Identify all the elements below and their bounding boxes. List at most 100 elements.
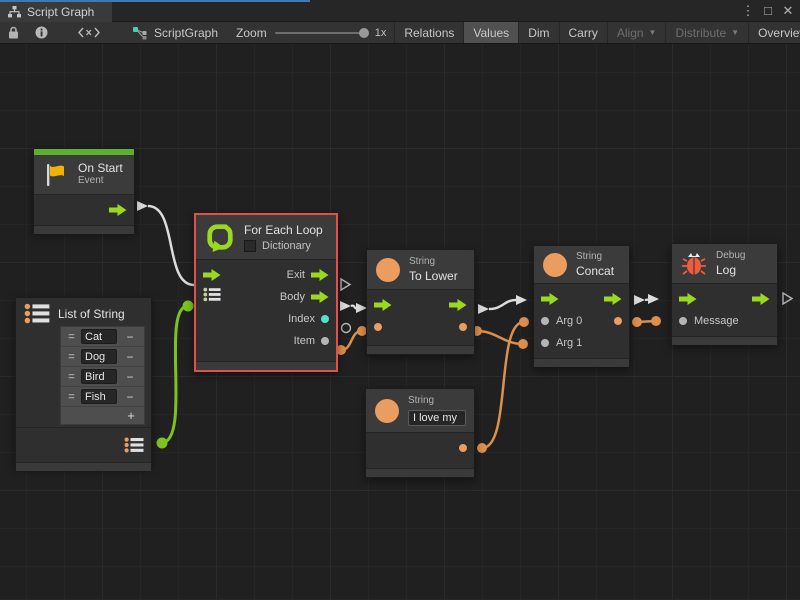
port-body[interactable]: Body [280,291,329,303]
port-enter[interactable] [541,293,559,305]
port-enter[interactable] [203,269,221,281]
value-port-dot [321,315,329,323]
node-title: To Lower [409,269,458,283]
wire-start-arrow[interactable] [340,301,351,311]
zoom-label: Zoom [236,26,267,40]
inspect-button[interactable] [27,22,56,43]
value-port-dot [541,339,549,347]
port-trigger-out[interactable] [109,204,127,216]
graph-toolbar: ScriptGraph Zoom 1x Relations Values Dim… [0,22,800,44]
port-enter[interactable] [374,299,392,311]
unconnected-value-port[interactable] [342,324,351,333]
wire-endpoint [518,339,528,349]
list-item-input[interactable] [81,329,117,344]
node-to-lower[interactable]: String To Lower [366,249,475,355]
wire-list-foreach[interactable] [162,306,188,443]
overview-label: Overview [758,26,800,40]
breadcrumb-graph-name: ScriptGraph [154,26,218,40]
port-string-out[interactable] [459,323,467,331]
wire-literal-arg0[interactable] [482,322,524,448]
node-debug-log[interactable]: Debug Log Message [671,243,778,345]
toolbar-button-distribute[interactable]: Distribute ▼ [666,22,748,43]
unconnected-flow-port[interactable] [783,293,792,304]
port-arg1[interactable]: Arg 1 [541,337,582,349]
port-exit[interactable] [449,299,467,311]
port-string-in[interactable] [374,323,382,331]
string-literal-input[interactable] [408,410,466,426]
port-enter[interactable] [679,293,697,305]
remove-item-button[interactable]: − [121,390,139,404]
align-label: Align [617,26,644,40]
drag-handle-icon[interactable]: = [65,331,77,343]
port-result-out[interactable] [614,317,622,325]
drag-handle-icon[interactable]: = [65,391,77,403]
port-exit[interactable]: Exit [287,269,329,281]
list-item-input[interactable] [81,389,117,404]
port-collection-in[interactable] [203,287,221,307]
list-port-icon [124,437,144,453]
wire-endpoint [632,317,642,327]
node-on-start[interactable]: On Start Event [33,148,135,232]
wire-endpoint [183,301,194,312]
zoom-slider-handle[interactable] [359,28,369,38]
zoom-slider[interactable] [275,32,367,34]
port-list-out[interactable] [124,437,144,453]
tab-script-graph[interactable]: Script Graph [0,2,112,22]
string-type-icon [375,399,399,423]
window-maximize-button[interactable]: □ [760,3,776,19]
flow-arrow-icon [679,293,697,305]
wire-start-arrow[interactable] [137,201,148,211]
code-preview-button[interactable] [56,22,122,43]
toolbar-button-align[interactable]: Align ▼ [608,22,666,43]
dictionary-checkbox[interactable] [244,240,256,252]
drag-handle-icon[interactable]: = [65,371,77,383]
value-port-dot [679,317,687,325]
node-footer [196,361,336,370]
list-item-input[interactable] [81,349,117,364]
toolbar-button-overview[interactable]: Overview [749,22,800,43]
wire-flow-onstart-foreach[interactable] [148,206,194,285]
window-close-button[interactable]: ✕ [780,3,796,19]
add-item-button[interactable]: + [118,408,144,423]
wire-tolower-arg1[interactable] [477,331,523,344]
toolbar-button-values[interactable]: Values [464,22,518,43]
wire-start-arrow[interactable] [634,295,645,305]
window-menu-button[interactable]: ⋮ [740,3,756,19]
wire-flow-tolower-concat[interactable] [489,300,516,309]
lock-icon [8,26,19,39]
port-arg0[interactable]: Arg 0 [541,315,582,327]
remove-item-button[interactable]: − [121,370,139,384]
port-item[interactable]: Item [294,335,329,347]
toolbar-button-carry[interactable]: Carry [560,22,607,43]
port-index[interactable]: Index [288,313,329,325]
drag-handle-icon[interactable]: = [65,351,77,363]
port-string-out[interactable] [459,444,467,452]
flow-arrow-icon [541,293,559,305]
breadcrumb[interactable]: ScriptGraph [122,22,228,43]
lock-button[interactable] [0,22,27,43]
graph-canvas[interactable]: On Start Event List of String = [0,44,800,599]
node-concat[interactable]: String Concat Arg 0 [533,245,630,367]
list-item-input[interactable] [81,369,117,384]
unconnected-flow-port[interactable] [341,279,350,290]
port-label: Exit [287,269,305,281]
script-graph-window: Script Graph ⋮ □ ✕ [0,0,800,600]
node-string-literal[interactable]: String [365,388,475,478]
toolbar-button-dim[interactable]: Dim [519,22,558,43]
distribute-dropdown-icon: ▼ [731,28,739,37]
node-category: String [576,251,614,262]
remove-item-button[interactable]: − [121,330,139,344]
remove-item-button[interactable]: − [121,350,139,364]
port-exit[interactable] [752,293,770,305]
toolbar-button-relations[interactable]: Relations [395,22,463,43]
port-exit[interactable] [604,293,622,305]
node-list-of-string[interactable]: List of String = − = − = − [15,297,152,467]
info-icon [35,26,48,39]
node-for-each-loop[interactable]: For Each Loop Dictionary Exit [194,213,338,372]
node-category: String [409,256,458,267]
flow-arrow-icon [109,204,127,216]
wire-start-arrow[interactable] [478,304,489,314]
port-message[interactable]: Message [679,315,739,327]
port-label: Arg 1 [556,337,582,349]
node-footer [366,468,474,477]
